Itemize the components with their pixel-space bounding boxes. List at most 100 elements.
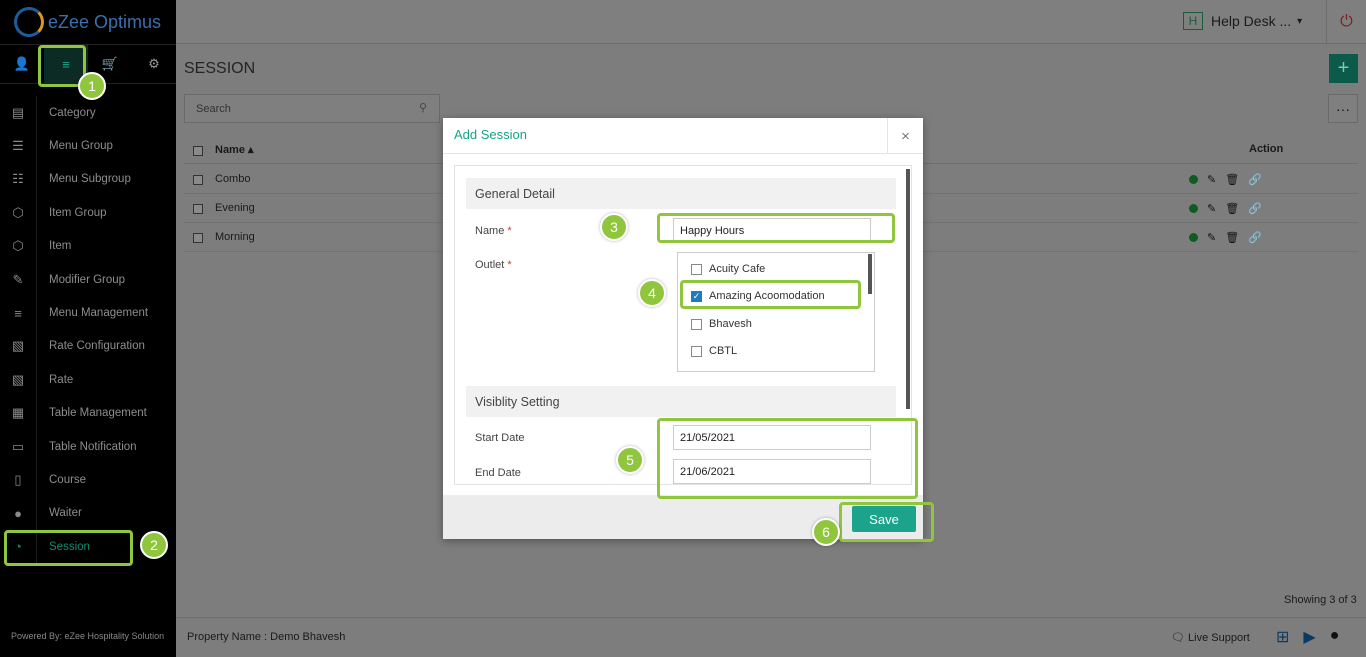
- sidebar-item-waiter[interactable]: ● Waiter: [0, 496, 176, 531]
- row-checkbox[interactable]: [193, 233, 203, 243]
- sidebar-item-menu-group[interactable]: ☰ Menu Group: [0, 129, 176, 163]
- live-support-link[interactable]: 🗨 Live Support: [1171, 631, 1250, 644]
- store-links: ⊞ ▶ ●: [1276, 627, 1339, 647]
- add-button[interactable]: +: [1329, 54, 1358, 83]
- link-icon[interactable]: 🔗: [1248, 173, 1262, 186]
- dialog-scrollbar[interactable]: [906, 169, 910, 409]
- helpdesk-label: Help Desk ...: [1211, 13, 1292, 29]
- status-dot-icon: [1189, 233, 1198, 242]
- outlet-checkbox[interactable]: [691, 345, 702, 357]
- list-icon: ☰: [12, 138, 24, 154]
- outlet-checkbox[interactable]: [691, 263, 702, 275]
- sidebar-item-table-management[interactable]: ▦ Table Management: [0, 396, 176, 430]
- highlight-box: [657, 418, 918, 499]
- outlet-option-label: Acuity Cafe: [709, 263, 766, 275]
- sidebar-item-category[interactable]: ▤ Category: [0, 96, 176, 130]
- status-dot-icon: [1189, 175, 1198, 184]
- sidebar-item-modifier-group[interactable]: ✎ Modifier Group: [0, 262, 176, 297]
- outlet-option[interactable]: Bhavesh: [691, 318, 752, 330]
- edit-icon: ✎: [12, 271, 24, 287]
- row-actions: ✎ 🗑 🔗: [1189, 173, 1262, 186]
- step-marker: 3: [600, 213, 628, 241]
- live-support-label: Live Support: [1188, 632, 1250, 644]
- row-name: Combo: [215, 173, 251, 185]
- outlet-option[interactable]: Acuity Cafe: [691, 263, 765, 275]
- apple-icon[interactable]: ●: [1330, 627, 1340, 647]
- sidebar-menu: ▤ Category ☰ Menu Group ☷ Menu Subgroup ⬡ It…: [0, 96, 176, 564]
- row-actions: ✎ 🗑 🔗: [1189, 202, 1262, 215]
- trash-icon[interactable]: 🗑: [1225, 202, 1239, 215]
- sidebar-item-label: Menu Subgroup: [36, 162, 176, 197]
- search-icon: ⚲: [418, 102, 427, 114]
- outlet-checkbox[interactable]: [691, 318, 702, 330]
- sidebar-item-rate[interactable]: ▧ Rate: [0, 363, 176, 397]
- highlight-box: [657, 213, 895, 243]
- outlet-option[interactable]: CBTL: [691, 345, 737, 357]
- name-label: Name *: [475, 225, 512, 237]
- sidebar-item-label: Course: [36, 463, 176, 497]
- outlet-option-label: Bhavesh: [709, 318, 752, 330]
- sidebar-item-label: Item Group: [36, 196, 176, 230]
- edit-icon[interactable]: ✎: [1207, 173, 1216, 186]
- powered-by: Powered By: eZee Hospitality Solution: [11, 631, 165, 641]
- sidebar-item-label: Menu Group: [36, 129, 176, 163]
- helpdesk-button[interactable]: H Help Desk ... ▾: [1183, 12, 1302, 30]
- edit-icon[interactable]: ✎: [1207, 231, 1216, 244]
- close-icon[interactable]: ×: [887, 118, 923, 154]
- more-options-button[interactable]: ···: [1328, 94, 1358, 123]
- visibility-setting-heading: Visiblity Setting: [466, 386, 896, 417]
- topbar: H Help Desk ... ▾ ⏻: [176, 0, 1366, 44]
- highlight-box: [4, 530, 133, 566]
- book-icon: ▯: [14, 471, 22, 487]
- person-icon: ●: [14, 505, 22, 521]
- sidebar-item-menu-management[interactable]: ≡ Menu Management: [0, 296, 176, 330]
- step-marker: 1: [78, 72, 106, 100]
- cube-icon: ⬡: [12, 204, 24, 220]
- sidebar-item-menu-subgroup[interactable]: ☷ Menu Subgroup: [0, 162, 176, 197]
- property-name: Property Name : Demo Bhavesh: [187, 631, 346, 643]
- select-all-checkbox[interactable]: [193, 146, 203, 156]
- row-name: Morning: [215, 231, 255, 243]
- sidebar-item-label: Item: [36, 229, 176, 263]
- sidebar-item-rate-configuration[interactable]: ▧ Rate Configuration: [0, 329, 176, 364]
- sidebar-item-label: Modifier Group: [36, 262, 176, 297]
- power-icon[interactable]: ⏻: [1326, 0, 1366, 44]
- edit-icon[interactable]: ✎: [1207, 202, 1216, 215]
- sidebar-item-table-notification[interactable]: ▭ Table Notification: [0, 429, 176, 464]
- rate-icon: ▧: [11, 371, 25, 387]
- play-store-icon[interactable]: ▶: [1303, 627, 1315, 647]
- chat-icon: 🗨: [1171, 632, 1185, 644]
- sidebar-item-label: Table Management: [36, 396, 176, 430]
- outlet-scrollbar[interactable]: [868, 254, 872, 294]
- trash-icon[interactable]: 🗑: [1225, 231, 1239, 244]
- windows-icon[interactable]: ⊞: [1276, 627, 1289, 647]
- message-icon: ▭: [11, 438, 25, 454]
- row-checkbox[interactable]: [193, 204, 203, 214]
- outlet-label-text: Outlet: [475, 259, 505, 271]
- gear-icon[interactable]: ⚙: [132, 45, 176, 83]
- column-name[interactable]: Name ▴: [215, 143, 254, 156]
- link-icon[interactable]: 🔗: [1248, 202, 1262, 215]
- logo: eZee Optimus: [0, 0, 176, 44]
- sidebar-item-course[interactable]: ▯ Course: [0, 463, 176, 497]
- helpdesk-badge: H: [1183, 12, 1203, 30]
- sidebar-item-label: Rate: [36, 363, 176, 397]
- dialog-header: Add Session ×: [443, 118, 923, 154]
- row-checkbox[interactable]: [193, 175, 203, 185]
- highlight-box: [680, 280, 861, 309]
- required-marker: *: [507, 225, 512, 237]
- link-icon[interactable]: 🔗: [1248, 231, 1262, 244]
- sidebar-item-item[interactable]: ⬡ Item: [0, 229, 176, 263]
- sublist-icon: ☷: [12, 171, 24, 187]
- sidebar-item-item-group[interactable]: ⬡ Item Group: [0, 196, 176, 230]
- step-marker: 2: [140, 531, 168, 559]
- row-name: Evening: [215, 202, 255, 214]
- bars-icon: ≡: [14, 305, 22, 321]
- footer: Property Name : Demo Bhavesh 🗨 Live Supp…: [176, 617, 1366, 657]
- end-date-label: End Date: [475, 467, 521, 479]
- highlight-box: [839, 502, 934, 542]
- trash-icon[interactable]: 🗑: [1225, 173, 1239, 186]
- rate-icon: ▧: [11, 338, 25, 354]
- search-input[interactable]: Search ⚲: [184, 94, 440, 123]
- column-action: Action: [1249, 143, 1284, 155]
